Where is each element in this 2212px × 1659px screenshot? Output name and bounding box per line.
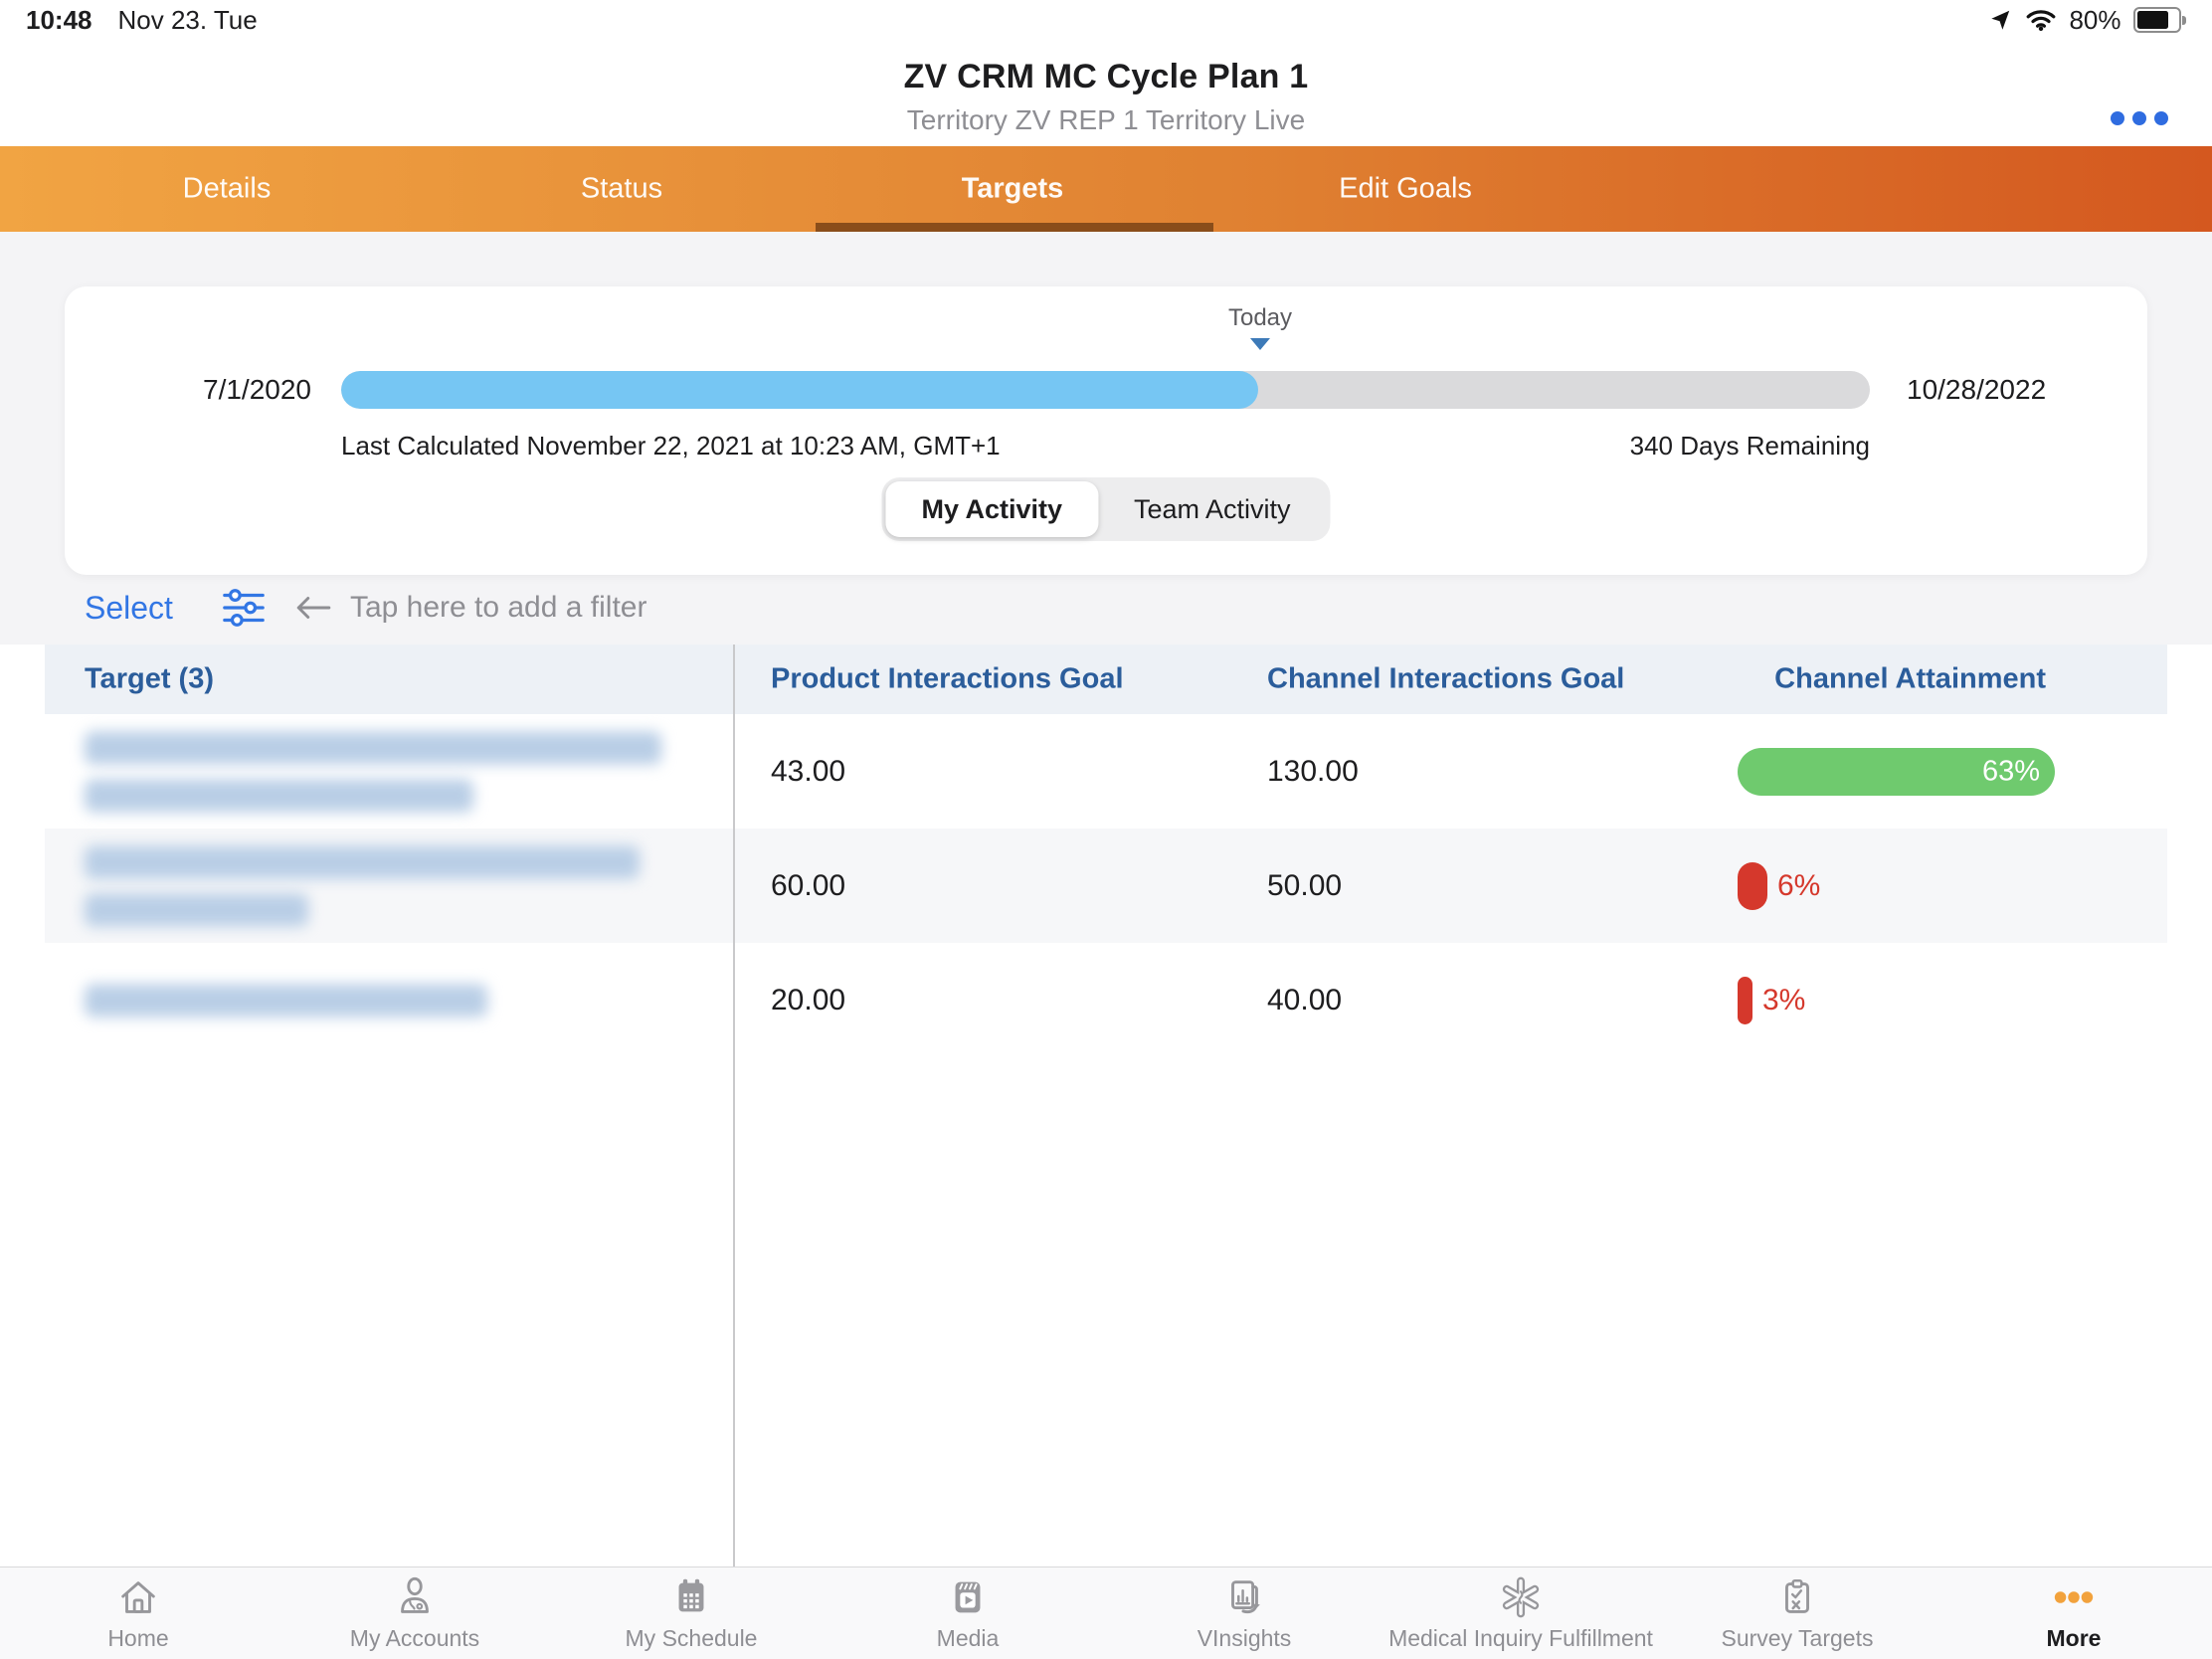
target-name-redacted[interactable] <box>85 984 487 1016</box>
attainment-cell: 63% <box>1738 748 2055 796</box>
clock: 10:48 <box>26 5 92 36</box>
medical-inquiry-icon <box>1498 1574 1544 1620</box>
back-arrow-icon <box>294 594 332 622</box>
team-activity-segment[interactable]: Team Activity <box>1098 481 1327 537</box>
battery-percent: 80% <box>2069 5 2120 36</box>
today-marker: Today <box>1228 304 1292 350</box>
tab-details[interactable]: Details <box>183 173 272 206</box>
attainment-bar: 63% <box>1738 748 2055 796</box>
tab-targets[interactable]: Targets <box>962 173 1064 206</box>
attainment-value: 63% <box>1982 755 2040 788</box>
select-button[interactable]: Select <box>85 590 173 627</box>
cycle-start-date: 7/1/2020 <box>164 374 311 406</box>
dock-item-my-schedule[interactable]: My Schedule <box>553 1567 830 1659</box>
tab-status[interactable]: Status <box>581 173 662 206</box>
product-goal-value: 60.00 <box>771 869 845 903</box>
cycle-timeline-track <box>341 371 1870 409</box>
screen: 10:48 Nov 23. Tue 80% ZV CRM MC Cycle Pl… <box>0 0 2212 1659</box>
activity-toggle: My Activity Team Activity <box>881 477 1330 541</box>
survey-targets-icon <box>1774 1574 1820 1620</box>
column-target: Target (3) <box>85 663 214 696</box>
target-name-redacted[interactable] <box>85 845 640 926</box>
active-tab-indicator <box>816 223 1213 232</box>
accounts-icon <box>392 1574 438 1620</box>
dock-item-vinsights[interactable]: VInsights <box>1106 1567 1382 1659</box>
attainment-value: 6% <box>1777 869 1820 903</box>
column-attainment: Channel Attainment <box>1774 663 2046 696</box>
status-bar: 10:48 Nov 23. Tue 80% <box>0 0 2212 40</box>
vinsights-icon <box>1221 1574 1267 1620</box>
table-row[interactable]: 20.00 40.00 3% <box>45 943 2167 1057</box>
attainment-bar <box>1738 977 1752 1024</box>
home-icon <box>115 1574 161 1620</box>
cycle-plan-tabs: Details Status Targets Edit Goals <box>0 146 2212 232</box>
attainment-bar <box>1738 862 1767 910</box>
cycle-plan-summary-card: Today 7/1/2020 10/28/2022 Last Calculate… <box>65 286 2147 575</box>
schedule-icon <box>668 1574 714 1620</box>
page-subtitle: Territory ZV REP 1 Territory Live <box>0 104 2212 136</box>
table-row[interactable]: 43.00 130.00 63% <box>45 714 2167 829</box>
table-row[interactable]: 60.00 50.00 6% <box>45 829 2167 943</box>
app-header: ZV CRM MC Cycle Plan 1 Territory ZV REP … <box>0 40 2212 146</box>
dock-item-media[interactable]: Media <box>830 1567 1106 1659</box>
channel-goal-value: 130.00 <box>1267 755 1359 789</box>
media-icon <box>945 1574 991 1620</box>
targets-table: Target (3) Product Interactions Goal Cha… <box>0 645 2212 1567</box>
filter-icon[interactable] <box>221 585 267 631</box>
filter-bar: Select Tap here to add a filter <box>0 575 2212 641</box>
more-icon <box>2051 1574 2097 1620</box>
channel-goal-value: 40.00 <box>1267 984 1342 1017</box>
target-name-redacted[interactable] <box>85 731 661 812</box>
more-options-button[interactable] <box>2111 111 2168 125</box>
cycle-end-date: 10/28/2022 <box>1907 374 2046 406</box>
tab-edit-goals[interactable]: Edit Goals <box>1339 173 1472 206</box>
dock-item-survey-targets[interactable]: Survey Targets <box>1659 1567 1936 1659</box>
today-pointer-icon <box>1250 338 1270 350</box>
attainment-cell: 6% <box>1738 862 1820 910</box>
table-header: Target (3) Product Interactions Goal Cha… <box>45 645 2167 714</box>
channel-goal-value: 50.00 <box>1267 869 1342 903</box>
status-date: Nov 23. Tue <box>118 5 258 36</box>
dock-item-more[interactable]: More <box>1936 1567 2212 1659</box>
product-goal-value: 43.00 <box>771 755 845 789</box>
bottom-tab-bar: Home My Accounts My Sche <box>0 1567 2212 1659</box>
attainment-value: 3% <box>1762 984 1805 1017</box>
location-icon <box>1987 7 2013 33</box>
filter-hint[interactable]: Tap here to add a filter <box>350 591 647 625</box>
wifi-icon <box>2025 8 2057 32</box>
dock-item-home[interactable]: Home <box>0 1567 276 1659</box>
timeline-progress-fill <box>341 371 1258 409</box>
days-remaining-text: 340 Days Remaining <box>1630 431 1870 461</box>
product-goal-value: 20.00 <box>771 984 845 1017</box>
last-calculated-text: Last Calculated November 22, 2021 at 10:… <box>341 431 1001 461</box>
column-divider <box>733 645 735 1567</box>
battery-icon <box>2133 7 2187 33</box>
column-product-goal: Product Interactions Goal <box>771 663 1124 696</box>
my-activity-segment[interactable]: My Activity <box>885 481 1098 537</box>
page-title: ZV CRM MC Cycle Plan 1 <box>0 40 2212 96</box>
dock-item-medical-inquiry-fulfillment[interactable]: Medical Inquiry Fulfillment <box>1382 1567 1659 1659</box>
today-label: Today <box>1228 304 1292 332</box>
attainment-cell: 3% <box>1738 977 1805 1024</box>
dock-item-my-accounts[interactable]: My Accounts <box>276 1567 553 1659</box>
column-channel-goal: Channel Interactions Goal <box>1267 663 1624 696</box>
